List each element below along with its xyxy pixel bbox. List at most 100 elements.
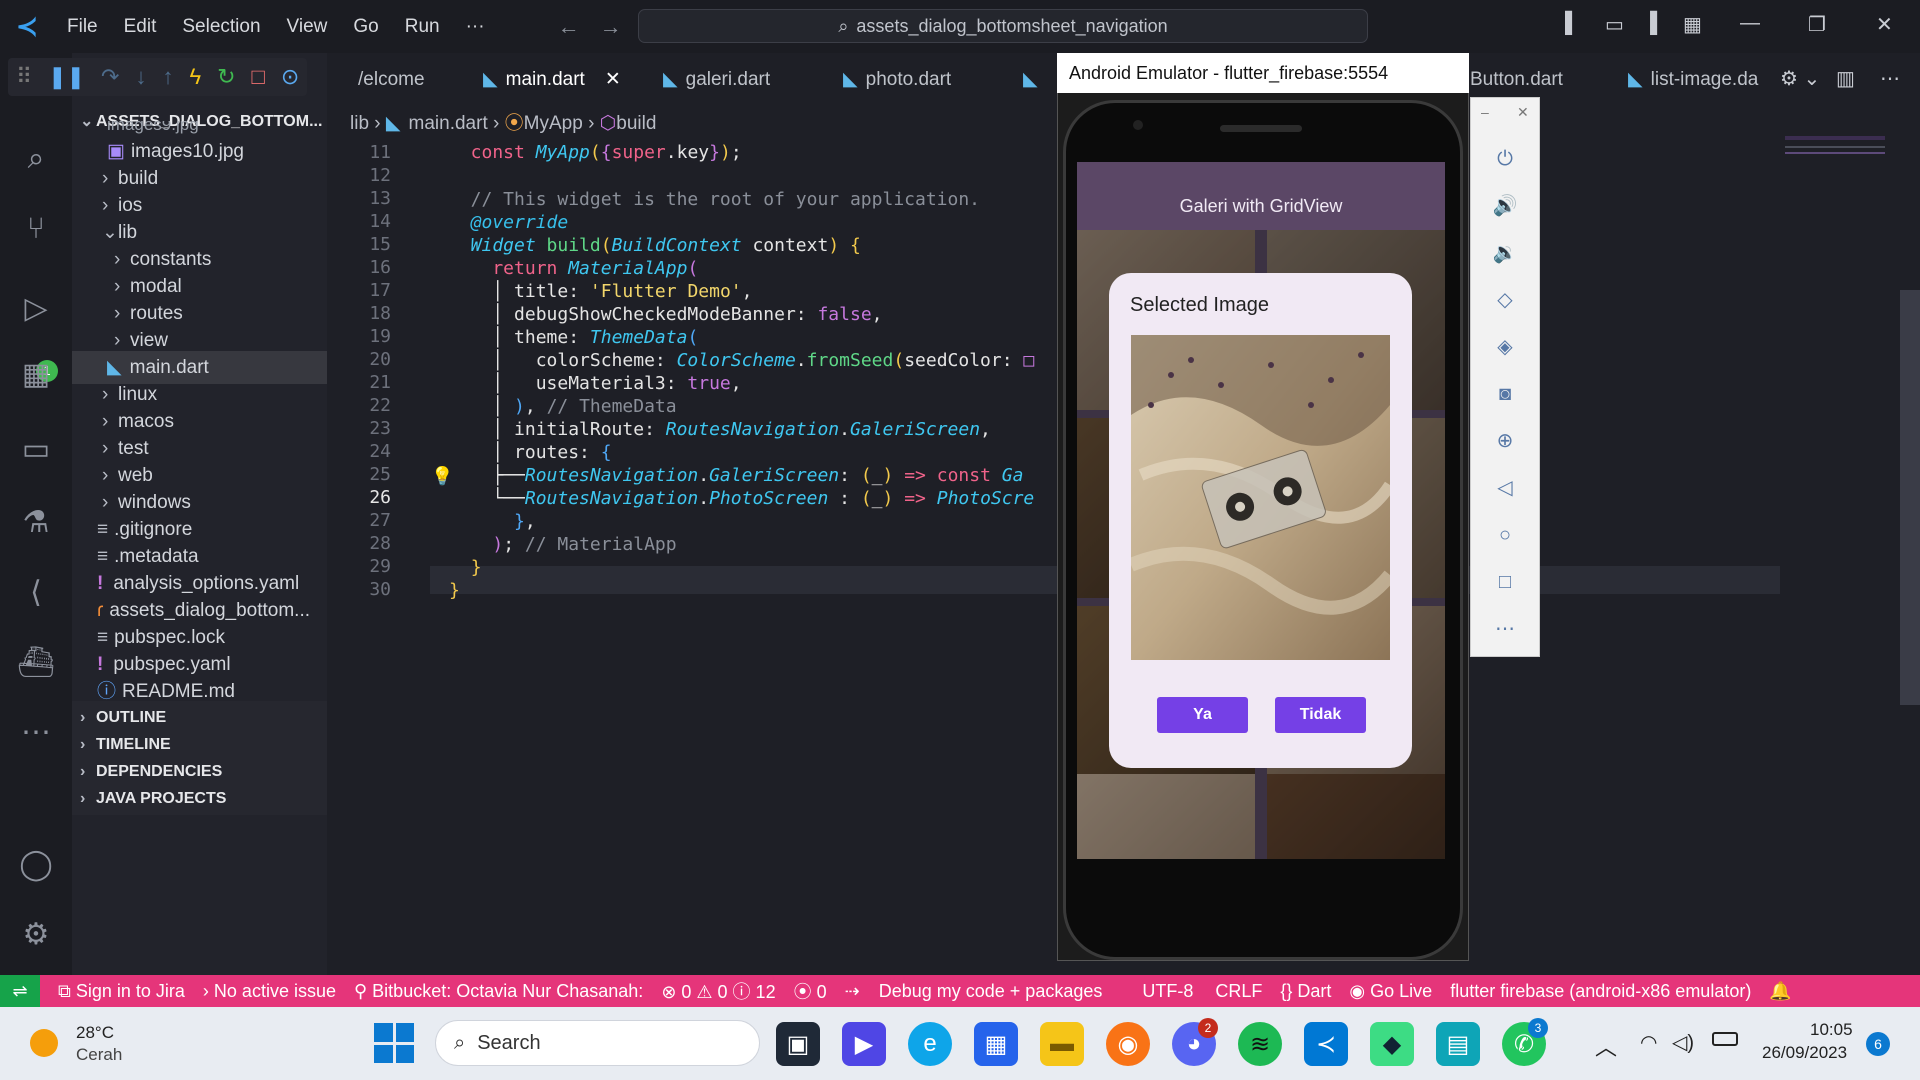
breadcrumb-lib[interactable]: lib [350, 113, 369, 134]
emulator-close-icon[interactable]: ✕ [1517, 104, 1529, 121]
extended-controls-icon[interactable]: ⋯ [1489, 613, 1521, 645]
clock-date[interactable]: 26/09/2023 [1762, 1043, 1847, 1063]
flutter-icon[interactable]: ⟨ [16, 573, 56, 613]
android-studio-icon[interactable]: ◆ [1370, 1022, 1414, 1066]
eol-status[interactable]: CRLF [1215, 981, 1262, 1002]
menu-file[interactable]: File [54, 16, 111, 38]
run-debug-icon[interactable]: ▷ [16, 289, 56, 329]
toggle-sidebar-icon[interactable]: ▌ [1565, 12, 1579, 35]
tab-hidden[interactable]: ◣ [1005, 53, 1057, 106]
more-icon[interactable]: ⋯ [16, 713, 56, 753]
menu-go[interactable]: Go [340, 16, 391, 38]
volume-up-icon[interactable]: 🔊 [1489, 190, 1521, 222]
wifi-icon[interactable]: ◠ [1640, 1030, 1657, 1055]
menu-more[interactable]: ··· [453, 16, 498, 38]
remote-indicator-icon[interactable]: ⇌ [0, 975, 40, 1007]
step-over-icon[interactable]: ↷ [101, 64, 119, 90]
vscode-taskbar-icon[interactable]: ≺ [1304, 1022, 1348, 1066]
firefox-icon[interactable]: ◉ [1106, 1022, 1150, 1066]
tree-item-images9[interactable]: images9.jpg [72, 121, 327, 135]
search-icon[interactable]: ⌕ [16, 139, 56, 179]
teams-icon[interactable]: ▶ [842, 1022, 886, 1066]
hot-reload-icon[interactable]: ϟ [189, 64, 201, 90]
power-icon[interactable]: ⏻ [1489, 143, 1521, 175]
file-explorer-icon[interactable]: ▬ [1040, 1022, 1084, 1066]
remote-explorer-icon[interactable]: ▭ [16, 430, 56, 470]
dialog-yes-button[interactable]: Ya [1157, 697, 1248, 733]
breadcrumb-method[interactable]: build [616, 113, 656, 134]
menu-selection[interactable]: Selection [169, 16, 273, 38]
debug-mode-status[interactable]: ⇢ Debug my code + packages [845, 981, 1103, 1002]
source-control-icon[interactable]: ⑂ [16, 209, 56, 249]
docker-icon[interactable]: ⛴ [16, 643, 56, 683]
accounts-icon[interactable]: ◯ [16, 845, 56, 885]
extensions-icon[interactable]: ▦ [16, 355, 56, 395]
home-icon[interactable]: ○ [1489, 519, 1521, 551]
breadcrumb-file[interactable]: main.dart [409, 113, 488, 134]
toggle-secondary-sidebar-icon[interactable]: ▐ [1643, 12, 1657, 35]
step-into-icon[interactable]: ↓ [135, 64, 146, 90]
battery-icon[interactable] [1712, 1032, 1738, 1046]
more-actions-icon[interactable]: ⋯ [1880, 66, 1900, 91]
bitbucket-status[interactable]: ⚲ Bitbucket: Octavia Nur Chasanah: [354, 981, 643, 1002]
emulator-minimize-icon[interactable]: – [1481, 104, 1489, 120]
minimap[interactable] [1785, 136, 1885, 216]
menu-run[interactable]: Run [392, 16, 453, 38]
dialog-no-button[interactable]: Tidak [1275, 697, 1366, 733]
golive-status[interactable]: ◉ Go Live [1349, 981, 1432, 1002]
back-icon[interactable]: ◁ [1489, 472, 1521, 504]
device-status[interactable]: flutter firebase (android-x86 emulator) [1450, 981, 1751, 1002]
volume-icon[interactable]: ◁) [1672, 1030, 1694, 1055]
volume-down-icon[interactable]: 🔉 [1489, 237, 1521, 269]
zoom-icon[interactable]: ⊕ [1489, 425, 1521, 457]
rotate-left-icon[interactable]: ◇ [1489, 284, 1521, 316]
close-window-icon[interactable]: ✕ [1876, 12, 1893, 37]
spotify-icon[interactable]: ≋ [1238, 1022, 1282, 1066]
menu-view[interactable]: View [274, 16, 341, 38]
encoding-status[interactable]: UTF-8 [1142, 981, 1193, 1002]
tab-galeri-dart[interactable]: ◣ galeri.dart [645, 53, 825, 106]
testing-icon[interactable]: ⚗ [16, 503, 56, 543]
settings-gear-icon[interactable]: ⚙ [16, 915, 56, 955]
store-icon[interactable]: ▦ [974, 1022, 1018, 1066]
tab-welcome[interactable]: /elcome [340, 53, 465, 106]
section-java-projects[interactable]: › JAVA PROJECTS [72, 782, 327, 815]
stop-icon[interactable]: □ [252, 64, 265, 90]
toggle-panel-icon[interactable]: ▭ [1605, 12, 1624, 37]
devtools-icon[interactable]: ⊙ [281, 64, 299, 90]
clock-time[interactable]: 10:05 [1810, 1020, 1853, 1040]
problems-status[interactable]: ⊗ 0 ⚠ 0 ⓘ 12 [661, 978, 775, 1004]
tab-main-dart[interactable]: ◣ main.dart ✕ [465, 53, 645, 106]
minimize-icon[interactable]: — [1740, 12, 1760, 35]
taskbar-search[interactable]: ⌕ Search [435, 1020, 760, 1066]
tab-photo-dart[interactable]: ◣ photo.dart [825, 53, 1005, 106]
screenshot-camera-icon[interactable]: ◙ [1489, 378, 1521, 410]
tab-close-icon[interactable]: ✕ [605, 69, 621, 90]
step-out-icon[interactable]: ↑ [162, 64, 173, 90]
editor-scrollbar[interactable] [1900, 290, 1920, 705]
command-search[interactable]: ⌕ assets_dialog_bottomsheet_navigation [638, 9, 1368, 43]
task-view-icon[interactable]: ▣ [776, 1022, 820, 1066]
notification-count[interactable]: 6 [1866, 1032, 1890, 1056]
code-editor[interactable]: 11 12 13 14 15 16 17 18 19 20 21 22 23 24 25 26 27 28 29 30… [327, 136, 1060, 826]
back-arrow-icon[interactable]: ← [558, 14, 580, 40]
forward-arrow-icon[interactable]: → [600, 14, 622, 40]
drag-handle-icon[interactable]: ⠿ [16, 64, 32, 90]
tray-overflow-icon[interactable]: ︿ [1595, 1030, 1617, 1062]
split-editor-icon[interactable]: ▥ [1836, 66, 1855, 91]
restart-icon[interactable]: ↻ [217, 64, 235, 90]
weather-temp[interactable]: 28°C [76, 1023, 114, 1043]
rotate-right-icon[interactable]: ◈ [1489, 331, 1521, 363]
weather-desc[interactable]: Cerah [76, 1045, 122, 1065]
tab-list-image-dart[interactable]: ◣ list-image.da [1610, 53, 1780, 106]
notifications-bell-icon[interactable]: 🔔 [1769, 981, 1791, 1002]
ports-status[interactable]: ⦿ 0 [794, 978, 827, 1004]
issue-status[interactable]: › No active issue [203, 981, 336, 1002]
run-debug-dropdown-icon[interactable]: ⚙ ⌄ [1780, 66, 1820, 91]
edge-icon[interactable]: e [908, 1022, 952, 1066]
jira-status[interactable]: ⧉ Sign in to Jira [58, 981, 185, 1002]
breadcrumb-class[interactable]: MyApp [524, 113, 583, 134]
menu-edit[interactable]: Edit [111, 16, 170, 38]
restore-icon[interactable]: ❐ [1808, 12, 1826, 37]
overview-icon[interactable]: □ [1489, 566, 1521, 598]
